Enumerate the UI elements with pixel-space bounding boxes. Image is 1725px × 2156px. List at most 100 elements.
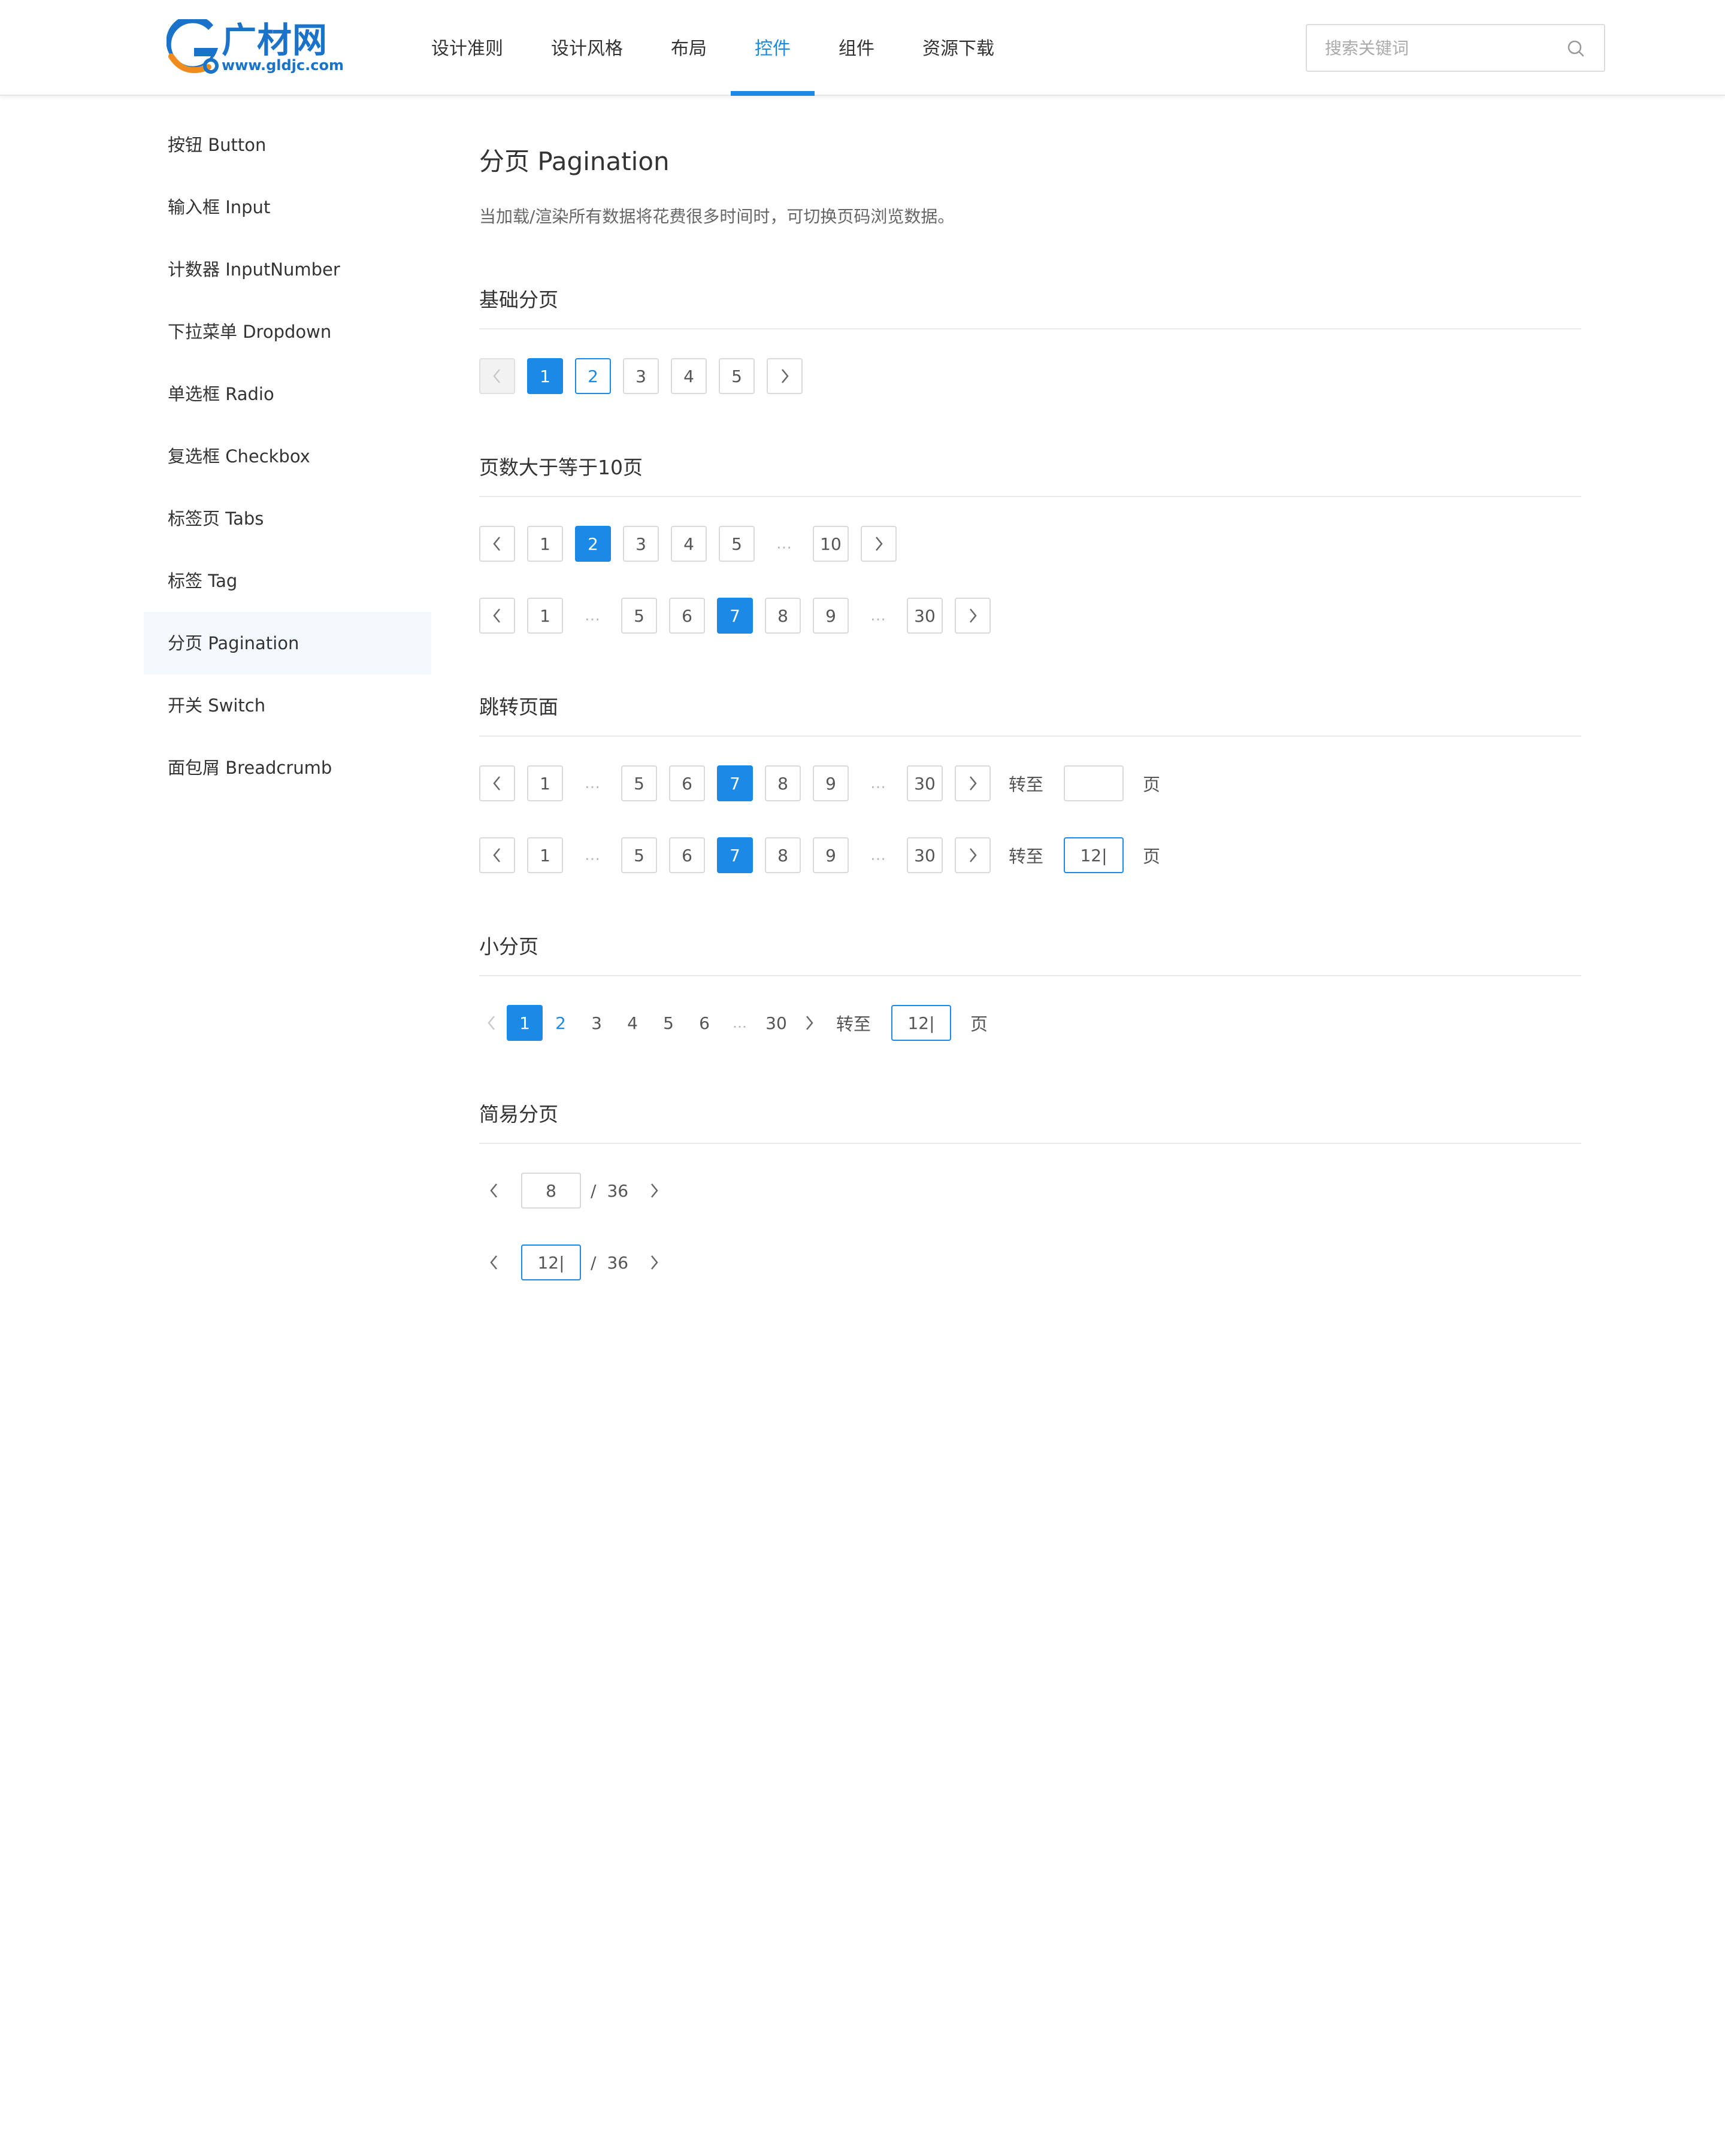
logo-g-icon	[167, 19, 219, 74]
page-button[interactable]: 5	[621, 765, 657, 801]
search-box	[1306, 24, 1605, 72]
page-button[interactable]: 5	[719, 358, 755, 394]
page-button[interactable]: 5	[621, 837, 657, 873]
page-button[interactable]: 6	[669, 837, 705, 873]
nav-item-controls[interactable]: 控件	[731, 0, 815, 96]
page-button[interactable]: 8	[765, 837, 801, 873]
page-button[interactable]: 30	[907, 837, 943, 873]
sidebar-item-checkbox[interactable]: 复选框 Checkbox	[144, 425, 431, 487]
next-page-button[interactable]	[955, 837, 991, 873]
next-page-button[interactable]	[955, 765, 991, 801]
page-button[interactable]: 30	[907, 598, 943, 634]
page-button[interactable]: 6	[669, 598, 705, 634]
page-button[interactable]: 8	[765, 598, 801, 634]
prev-page-button[interactable]	[479, 1173, 509, 1209]
prev-page-button[interactable]	[479, 598, 515, 634]
page-button[interactable]: 2	[575, 526, 611, 562]
ellipsis[interactable]: …	[722, 1005, 758, 1041]
simple-page-input[interactable]	[521, 1244, 581, 1280]
chevron-right-icon	[782, 369, 789, 383]
nav-item-components[interactable]: 组件	[815, 0, 898, 96]
ellipsis[interactable]: …	[861, 837, 897, 873]
jump-label: 转至	[1009, 846, 1044, 867]
ellipsis[interactable]: …	[575, 837, 611, 873]
prev-page-button[interactable]	[479, 358, 515, 394]
prev-page-button[interactable]	[479, 837, 515, 873]
page-button[interactable]: 3	[623, 526, 659, 562]
jump-page-input[interactable]	[891, 1005, 952, 1041]
page-button[interactable]: 3	[579, 1005, 615, 1041]
sidebar-item-switch[interactable]: 开关 Switch	[144, 674, 431, 737]
sidebar-item-tabs[interactable]: 标签页 Tabs	[144, 487, 431, 550]
next-page-button[interactable]	[639, 1244, 669, 1280]
page-button[interactable]: 30	[907, 765, 943, 801]
page-button[interactable]: 7	[717, 598, 753, 634]
jump-page-input[interactable]	[1064, 837, 1124, 873]
ellipsis[interactable]: …	[767, 526, 803, 562]
section-title-jump: 跳转页面	[479, 695, 558, 719]
chevron-left-icon	[490, 1255, 497, 1270]
page-button[interactable]: 4	[671, 526, 707, 562]
next-page-button[interactable]	[861, 526, 897, 562]
page-button[interactable]: 30	[758, 1005, 794, 1041]
ellipsis[interactable]: …	[575, 765, 611, 801]
page-button[interactable]: 9	[813, 765, 849, 801]
sidebar-nav: 按钮 Button 输入框 Input 计数器 InputNumber 下拉菜单…	[144, 114, 431, 799]
page-button[interactable]: 9	[813, 837, 849, 873]
sidebar-item-pagination[interactable]: 分页 Pagination	[144, 612, 431, 674]
page-button[interactable]: 3	[623, 358, 659, 394]
search-input[interactable]	[1325, 25, 1552, 71]
site-logo[interactable]: 广材网 www.gldjc.com	[167, 19, 344, 77]
page-button[interactable]: 1	[527, 765, 563, 801]
nav-item-layout[interactable]: 布局	[647, 0, 731, 96]
nav-item-design-style[interactable]: 设计风格	[527, 0, 647, 96]
page-button[interactable]: 1	[527, 526, 563, 562]
ellipsis[interactable]: …	[575, 598, 611, 634]
pagination-thirty-pages: 1 … 5 6 7 8 9 … 30	[479, 598, 1003, 634]
page-button[interactable]: 6	[669, 765, 705, 801]
sidebar-item-button[interactable]: 按钮 Button	[144, 114, 431, 176]
ellipsis[interactable]: …	[861, 598, 897, 634]
chevron-left-icon	[493, 848, 500, 862]
page-button[interactable]: 4	[671, 358, 707, 394]
nav-item-design-principles[interactable]: 设计准则	[407, 0, 527, 96]
prev-page-button[interactable]	[479, 526, 515, 562]
next-page-button[interactable]	[794, 1005, 824, 1041]
page-button[interactable]: 4	[615, 1005, 650, 1041]
page-button[interactable]: 7	[717, 765, 753, 801]
chevron-right-icon	[876, 537, 883, 551]
nav-item-downloads[interactable]: 资源下载	[898, 0, 1018, 96]
page-button[interactable]: 5	[650, 1005, 686, 1041]
sidebar-item-input[interactable]: 输入框 Input	[144, 176, 431, 238]
pagination-jump-empty: 1 … 5 6 7 8 9 … 30 转至 页	[479, 765, 1160, 801]
sidebar-item-dropdown[interactable]: 下拉菜单 Dropdown	[144, 301, 431, 363]
simple-page-input[interactable]	[521, 1173, 581, 1209]
page-button[interactable]: 1	[527, 358, 563, 394]
total-pages: 36	[607, 1180, 629, 1201]
page-button[interactable]: 1	[527, 837, 563, 873]
sidebar-item-radio[interactable]: 单选框 Radio	[144, 363, 431, 425]
page-button[interactable]: 5	[621, 598, 657, 634]
sidebar-item-tag[interactable]: 标签 Tag	[144, 550, 431, 612]
page-button[interactable]: 9	[813, 598, 849, 634]
page-button[interactable]: 5	[719, 526, 755, 562]
jump-page-input[interactable]	[1064, 765, 1124, 801]
page-button[interactable]: 1	[507, 1005, 543, 1041]
next-page-button[interactable]	[639, 1173, 669, 1209]
page-button[interactable]: 2	[543, 1005, 579, 1041]
sidebar-item-inputnumber[interactable]: 计数器 InputNumber	[144, 238, 431, 301]
prev-page-button[interactable]	[479, 765, 515, 801]
page-button[interactable]: 8	[765, 765, 801, 801]
page-button[interactable]: 10	[813, 526, 849, 562]
prev-page-button[interactable]	[477, 1005, 507, 1041]
next-page-button[interactable]	[955, 598, 991, 634]
prev-page-button[interactable]	[479, 1244, 509, 1280]
search-icon[interactable]	[1566, 38, 1586, 59]
page-button[interactable]: 6	[686, 1005, 722, 1041]
page-button[interactable]: 7	[717, 837, 753, 873]
ellipsis[interactable]: …	[861, 765, 897, 801]
next-page-button[interactable]	[767, 358, 803, 394]
page-button[interactable]: 2	[575, 358, 611, 394]
sidebar-item-breadcrumb[interactable]: 面包屑 Breadcrumb	[144, 737, 431, 799]
page-button[interactable]: 1	[527, 598, 563, 634]
